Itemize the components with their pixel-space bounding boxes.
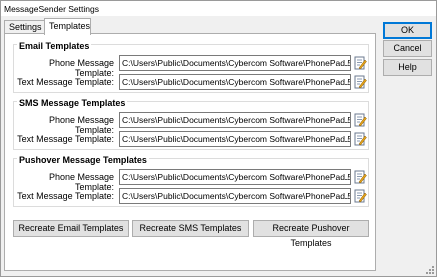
edit-document-icon[interactable] bbox=[353, 56, 367, 70]
edit-document-icon[interactable] bbox=[353, 189, 367, 203]
email-phone-template-field[interactable]: C:\Users\Public\Documents\Cybercom Softw… bbox=[119, 55, 351, 71]
templates-panel: Email Templates Phone Message Template: … bbox=[4, 33, 376, 271]
sms-phone-row: Phone Message Template: C:\Users\Public\… bbox=[14, 112, 368, 135]
sms-text-browse-button[interactable]: ... bbox=[344, 136, 349, 144]
edit-document-icon[interactable] bbox=[353, 113, 367, 127]
email-phone-path: C:\Users\Public\Documents\Cybercom Softw… bbox=[122, 58, 351, 68]
tab-settings[interactable]: Settings bbox=[4, 20, 45, 34]
sms-text-row: Text Message Template: C:\Users\Public\D… bbox=[14, 131, 368, 147]
tab-templates[interactable]: Templates bbox=[44, 18, 91, 35]
pushover-templates-group: Pushover Message Templates Phone Message… bbox=[13, 155, 369, 207]
pushover-group-title: Pushover Message Templates bbox=[17, 155, 149, 165]
email-text-row: Text Message Template: C:\Users\Public\D… bbox=[14, 74, 368, 90]
email-text-label: Text Message Template: bbox=[17, 77, 114, 87]
recreate-pushover-templates-button[interactable]: Recreate Pushover Templates bbox=[253, 220, 369, 248]
sms-phone-path: C:\Users\Public\Documents\Cybercom Softw… bbox=[122, 115, 351, 125]
settings-dialog: MessageSender Settings Settings Template… bbox=[0, 0, 437, 277]
title-bar: MessageSender Settings bbox=[1, 1, 436, 16]
pushover-phone-path: C:\Users\Public\Documents\Cybercom Softw… bbox=[122, 172, 351, 182]
sms-text-label: Text Message Template: bbox=[17, 134, 114, 144]
email-phone-row: Phone Message Template: C:\Users\Public\… bbox=[14, 55, 368, 78]
pushover-text-template-field[interactable]: C:\Users\Public\Documents\Cybercom Softw… bbox=[119, 188, 351, 204]
cancel-button[interactable]: Cancel bbox=[383, 40, 432, 57]
help-button[interactable]: Help bbox=[383, 59, 432, 76]
email-text-template-field[interactable]: C:\Users\Public\Documents\Cybercom Softw… bbox=[119, 74, 351, 90]
sms-text-path: C:\Users\Public\Documents\Cybercom Softw… bbox=[122, 134, 351, 144]
recreate-sms-templates-button[interactable]: Recreate SMS Templates bbox=[132, 220, 249, 237]
email-text-browse-button[interactable]: ... bbox=[344, 79, 349, 87]
pushover-text-path: C:\Users\Public\Documents\Cybercom Softw… bbox=[122, 191, 351, 201]
edit-document-icon[interactable] bbox=[353, 170, 367, 184]
sms-templates-group: SMS Message Templates Phone Message Temp… bbox=[13, 98, 369, 150]
edit-document-icon[interactable] bbox=[353, 75, 367, 89]
edit-document-icon[interactable] bbox=[353, 132, 367, 146]
ok-button[interactable]: OK bbox=[383, 22, 432, 39]
email-group-title: Email Templates bbox=[17, 41, 92, 51]
pushover-text-browse-button[interactable]: ... bbox=[344, 193, 349, 201]
recreate-email-templates-button[interactable]: Recreate Email Templates bbox=[13, 220, 129, 237]
email-templates-group: Email Templates Phone Message Template: … bbox=[13, 41, 369, 93]
sms-phone-browse-button[interactable]: ... bbox=[344, 117, 349, 125]
pushover-text-row: Text Message Template: C:\Users\Public\D… bbox=[14, 188, 368, 204]
sms-phone-template-field[interactable]: C:\Users\Public\Documents\Cybercom Softw… bbox=[119, 112, 351, 128]
sms-group-title: SMS Message Templates bbox=[17, 98, 128, 108]
window-title: MessageSender Settings bbox=[4, 4, 99, 14]
email-phone-browse-button[interactable]: ... bbox=[344, 60, 349, 68]
pushover-phone-template-field[interactable]: C:\Users\Public\Documents\Cybercom Softw… bbox=[119, 169, 351, 185]
pushover-text-label: Text Message Template: bbox=[17, 191, 114, 201]
pushover-phone-browse-button[interactable]: ... bbox=[344, 174, 349, 182]
pushover-phone-row: Phone Message Template: C:\Users\Public\… bbox=[14, 169, 368, 192]
resize-grip-icon[interactable] bbox=[425, 265, 435, 275]
sms-text-template-field[interactable]: C:\Users\Public\Documents\Cybercom Softw… bbox=[119, 131, 351, 147]
email-text-path: C:\Users\Public\Documents\Cybercom Softw… bbox=[122, 77, 351, 87]
